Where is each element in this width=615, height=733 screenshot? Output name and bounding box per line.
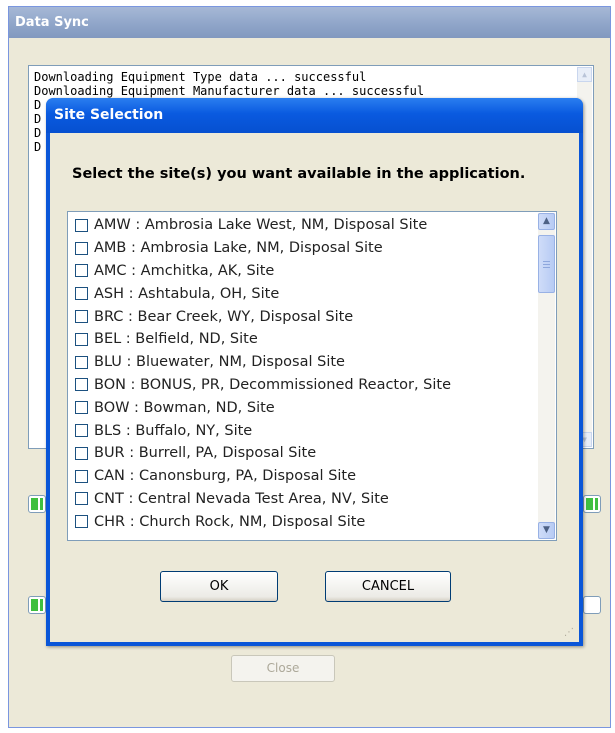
site-list-item[interactable]: BON : BONUS, PR, Decommissioned Reactor,… (68, 374, 556, 397)
site-selection-body: Select the site(s) you want available in… (50, 133, 579, 642)
site-list-item[interactable]: CAN : Canonsburg, PA, Disposal Site (68, 465, 556, 488)
site-label: BEL : Belfield, ND, Site (94, 331, 258, 348)
site-list-item[interactable]: AMB : Ambrosia Lake, NM, Disposal Site (68, 237, 556, 260)
close-button[interactable]: Close (231, 655, 335, 682)
progress-bar-right (583, 495, 601, 513)
site-label: BUR : Burrell, PA, Disposal Site (94, 445, 317, 462)
progress-bar-lower-right (583, 596, 601, 614)
site-checkbox[interactable] (75, 446, 88, 460)
resize-grip-icon[interactable]: ⋰ (564, 627, 576, 639)
site-label: AMW : Ambrosia Lake West, NM, Disposal S… (94, 217, 428, 234)
site-checkbox[interactable] (75, 241, 88, 255)
site-list-scrollbar[interactable]: ▲ ▼ (538, 213, 555, 539)
data-sync-title: Data Sync (9, 7, 610, 38)
log-line: Downloading Equipment Type data ... succ… (34, 70, 367, 84)
site-checkbox[interactable] (75, 424, 88, 438)
site-label: CHR : Church Rock, NM, Disposal Site (94, 513, 366, 530)
scroll-down-icon[interactable]: ▼ (538, 522, 555, 539)
site-label: BOW : Bowman, ND, Site (94, 399, 275, 416)
site-list-item[interactable]: AMC : Amchitka, AK, Site (68, 260, 556, 283)
site-selection-dialog: Site Selection Select the site(s) you wa… (46, 98, 583, 646)
site-checkbox[interactable] (75, 378, 88, 392)
site-label: AMB : Ambrosia Lake, NM, Disposal Site (94, 240, 383, 257)
site-list-item[interactable]: ASH : Ashtabula, OH, Site (68, 282, 556, 305)
site-label: ASH : Ashtabula, OH, Site (94, 285, 280, 302)
site-selection-prompt: Select the site(s) you want available in… (72, 166, 526, 182)
site-list-item[interactable]: AMW : Ambrosia Lake West, NM, Disposal S… (68, 214, 556, 237)
site-checkbox[interactable] (75, 355, 88, 369)
site-checkbox[interactable] (75, 310, 88, 324)
progress-bar-lower-left (28, 596, 46, 614)
site-label: CAN : Canonsburg, PA, Disposal Site (94, 468, 357, 485)
site-checkbox[interactable] (75, 469, 88, 483)
site-list-item[interactable]: BLU : Bluewater, NM, Disposal Site (68, 351, 556, 374)
site-list: AMW : Ambrosia Lake West, NM, Disposal S… (67, 211, 557, 541)
site-checkbox[interactable] (75, 401, 88, 415)
site-checkbox[interactable] (75, 218, 88, 232)
log-line: Downloading Equipment Manufacturer data … (34, 84, 425, 98)
site-checkbox[interactable] (75, 492, 88, 506)
scroll-up-icon[interactable]: ▲ (538, 213, 555, 230)
site-label: AMC : Amchitka, AK, Site (94, 262, 275, 279)
site-checkbox[interactable] (75, 264, 88, 278)
site-label: BLU : Bluewater, NM, Disposal Site (94, 354, 345, 371)
site-list-item[interactable]: CHR : Church Rock, NM, Disposal Site (68, 510, 556, 533)
site-label: BON : BONUS, PR, Decommissioned Reactor,… (94, 376, 451, 393)
site-label: BRC : Bear Creek, WY, Disposal Site (94, 308, 354, 325)
site-label: BLS : Buffalo, NY, Site (94, 422, 253, 439)
site-list-item[interactable]: BUR : Burrell, PA, Disposal Site (68, 442, 556, 465)
site-list-item[interactable]: BOW : Bowman, ND, Site (68, 396, 556, 419)
site-checkbox[interactable] (75, 515, 88, 529)
site-selection-title: Site Selection (46, 98, 583, 133)
site-checkbox[interactable] (75, 287, 88, 301)
site-list-item[interactable]: CNT : Central Nevada Test Area, NV, Site (68, 488, 556, 511)
site-list-item[interactable]: BLS : Buffalo, NY, Site (68, 419, 556, 442)
site-checkbox[interactable] (75, 332, 88, 346)
site-list-item[interactable]: BEL : Belfield, ND, Site (68, 328, 556, 351)
log-scroll-up-icon[interactable]: ▲ (577, 67, 592, 82)
site-label: CNT : Central Nevada Test Area, NV, Site (94, 490, 389, 507)
cancel-button[interactable]: CANCEL (325, 571, 451, 602)
scroll-thumb[interactable] (538, 235, 555, 293)
ok-button[interactable]: OK (160, 571, 278, 602)
progress-bar-left (28, 495, 46, 513)
site-list-item[interactable]: BRC : Bear Creek, WY, Disposal Site (68, 305, 556, 328)
